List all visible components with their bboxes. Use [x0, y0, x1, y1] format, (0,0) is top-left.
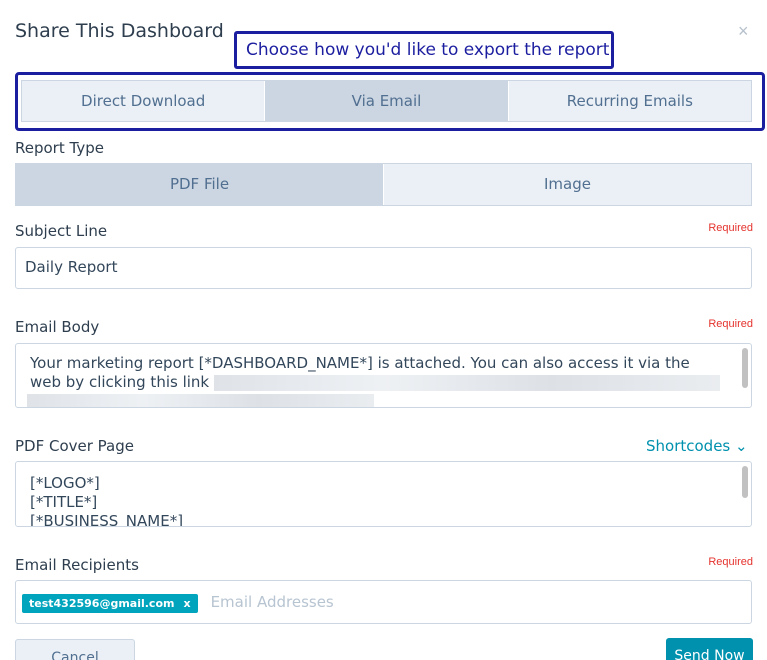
chevron-down-icon: ⌄ — [735, 437, 748, 455]
report-type-label: Report Type — [15, 139, 104, 157]
redacted-link-continued — [27, 393, 374, 407]
email-body-link-text: web by clicking this link — [30, 373, 210, 391]
option-pdf-file[interactable]: PDF File — [16, 164, 383, 205]
tab-direct-download[interactable]: Direct Download — [22, 81, 265, 121]
subject-line-field[interactable]: Daily Report — [15, 247, 752, 289]
recipient-chip: test432596@gmail.com x — [22, 593, 198, 613]
tab-via-email[interactable]: Via Email — [264, 81, 508, 121]
shortcodes-dropdown[interactable]: Shortcodes ⌄ — [646, 437, 748, 455]
pdf-cover-page-label: PDF Cover Page — [15, 437, 134, 455]
pdf-cover-page-field[interactable]: [*LOGO*] [*TITLE*] [*BUSINESS_NAME*] — [15, 461, 752, 527]
recipients-required-badge: Required — [708, 556, 753, 568]
option-image[interactable]: Image — [383, 164, 751, 205]
cover-page-scrollbar[interactable] — [742, 466, 748, 498]
subject-required-badge: Required — [708, 222, 753, 234]
cover-line-business-name: [*BUSINESS_NAME*] — [30, 512, 184, 527]
email-body-line-1: Your marketing report [*DASHBOARD_NAME*]… — [30, 354, 690, 372]
email-body-field[interactable]: Your marketing report [*DASHBOARD_NAME*]… — [15, 343, 752, 408]
remove-recipient-icon[interactable]: x — [183, 594, 190, 613]
email-recipients-label: Email Recipients — [15, 556, 139, 574]
send-now-button[interactable]: Send Now — [666, 638, 753, 660]
close-icon[interactable]: × — [738, 22, 749, 40]
email-body-required-badge: Required — [708, 318, 753, 330]
email-body-label: Email Body — [15, 318, 100, 336]
email-body-scrollbar[interactable] — [742, 348, 748, 388]
subject-line-label: Subject Line — [15, 222, 108, 240]
email-addresses-input[interactable] — [210, 593, 611, 611]
redacted-link — [213, 374, 720, 391]
export-method-tabs: Direct Download Via Email Recurring Emai… — [21, 80, 752, 122]
export-callout: Choose how you'd like to export the repo… — [234, 31, 614, 69]
cover-line-logo: [*LOGO*] — [30, 474, 100, 492]
share-dashboard-modal: Share This Dashboard × Direct Download V… — [0, 0, 767, 660]
email-recipients-field: test432596@gmail.com x — [15, 580, 752, 624]
email-body-line-2: web by clicking this link — [30, 373, 737, 392]
modal-title: Share This Dashboard — [15, 20, 224, 42]
shortcodes-label: Shortcodes — [646, 437, 731, 455]
cover-line-title: [*TITLE*] — [30, 493, 98, 511]
report-type-toggle: PDF File Image — [15, 163, 752, 206]
tab-recurring-emails[interactable]: Recurring Emails — [507, 81, 751, 121]
cancel-button[interactable]: Cancel — [15, 639, 135, 660]
recipient-chip-email: test432596@gmail.com — [29, 596, 175, 610]
email-body-line-3 — [27, 392, 737, 407]
